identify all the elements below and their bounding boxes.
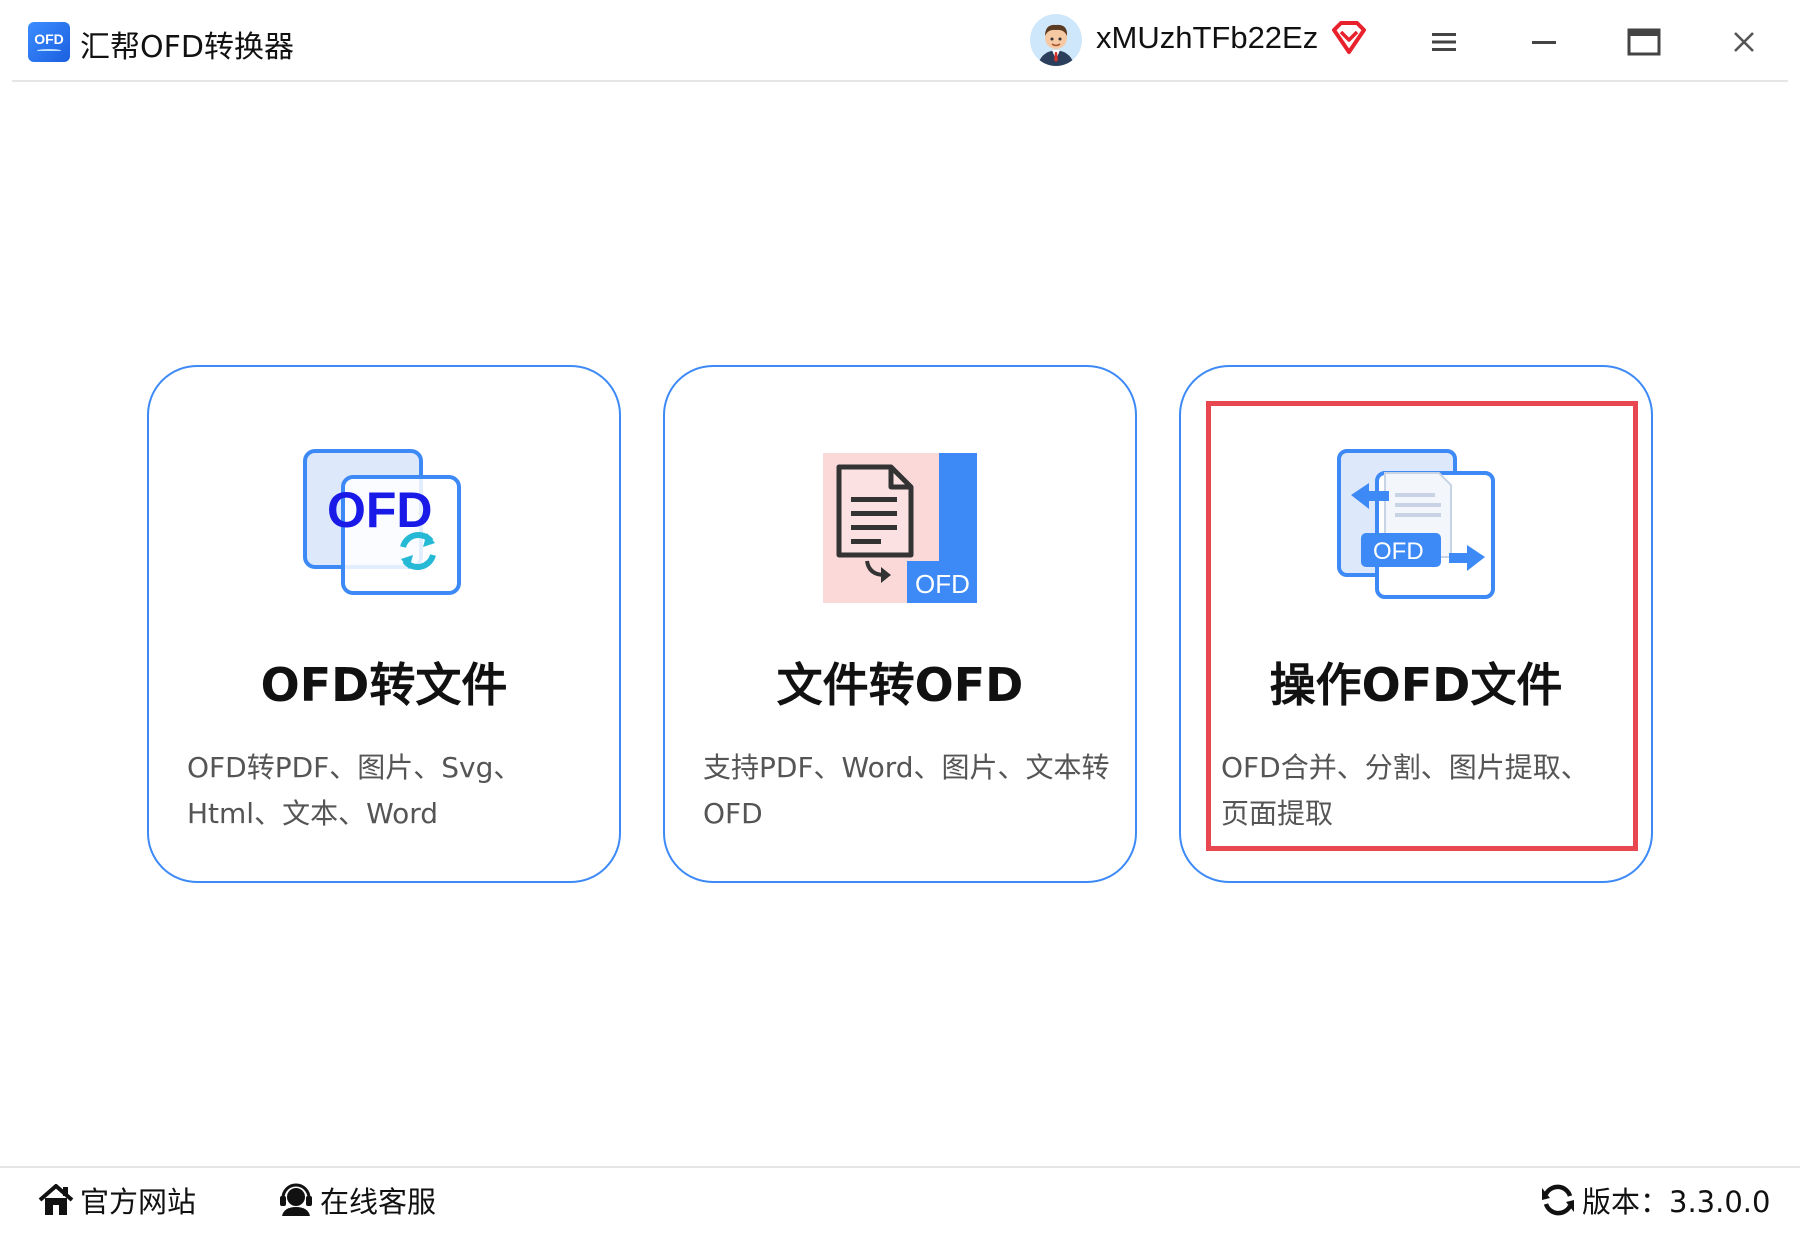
vip-diamond-icon[interactable] <box>1330 20 1368 56</box>
username[interactable]: xMUzhTFb22Ez <box>1096 20 1318 56</box>
menu-icon[interactable] <box>1424 22 1464 62</box>
app-title: 汇帮OFD转换器 <box>80 30 294 65</box>
user-avatar[interactable] <box>1030 14 1082 66</box>
card-title: 文件转OFD <box>776 658 1024 712</box>
title-bar: OFD 汇帮OFD转换器 xMUzhTFb22Ez <box>0 0 1800 82</box>
card-description: OFD转PDF、图片、Svg、Html、文本、Word <box>187 751 522 830</box>
card-description: 支持PDF、Word、图片、文本转OFD <box>703 751 1110 830</box>
website-label: 官方网站 <box>80 1185 197 1219</box>
title-divider <box>12 80 1788 82</box>
file-to-ofd-icon: OFD <box>815 445 985 615</box>
app-logo: OFD <box>28 22 70 62</box>
home-icon <box>38 1182 74 1218</box>
card-title: 操作OFD文件 <box>1269 658 1563 712</box>
ofd-convert-icon: OFD <box>299 445 469 615</box>
card-description: OFD合并、分割、图片提取、页面提取 <box>1221 751 1589 830</box>
refresh-icon[interactable] <box>1540 1182 1576 1218</box>
app-logo-text: OFD <box>34 31 64 47</box>
card-ofd-to-file[interactable]: OFD OFD转文件 OFD转PDF、图片、Svg、Html、文本、Word <box>147 365 621 883</box>
footer-divider <box>0 1166 1800 1168</box>
version-info: 版本：3.3.0.0 <box>1540 1178 1770 1222</box>
card-file-to-ofd[interactable]: OFD 文件转OFD 支持PDF、Word、图片、文本转OFD <box>663 365 1137 883</box>
card-operate-ofd[interactable]: OFD 操作OFD文件 OFD合并、分割、图片提取、页面提取 <box>1179 365 1653 883</box>
version-label: 版本：3.3.0.0 <box>1582 1185 1771 1219</box>
file-to-ofd-icon-text: OFD <box>915 569 970 599</box>
close-icon[interactable] <box>1724 22 1764 62</box>
ofd-operate-icon: OFD <box>1331 445 1501 615</box>
headset-icon <box>278 1182 314 1218</box>
website-link[interactable]: 官方网站 <box>38 1178 196 1222</box>
card-title: OFD转文件 <box>260 658 508 712</box>
ofd-operate-icon-text: OFD <box>1373 538 1424 565</box>
minimize-icon[interactable] <box>1524 22 1564 62</box>
online-service-link[interactable]: 在线客服 <box>278 1178 436 1222</box>
service-label: 在线客服 <box>320 1185 437 1219</box>
maximize-icon[interactable] <box>1624 22 1664 62</box>
ofd-convert-icon-text: OFD <box>327 482 433 538</box>
